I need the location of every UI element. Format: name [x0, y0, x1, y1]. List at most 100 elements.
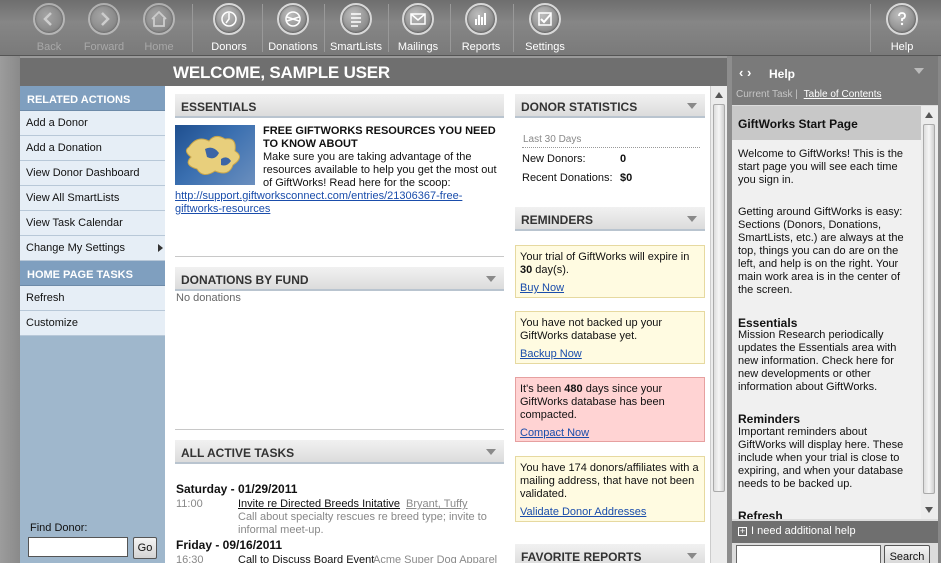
help-paragraph: Mission Research periodically updates th… — [738, 329, 897, 393]
stats-period: Last 30 Days — [523, 134, 582, 145]
task-owner-link[interactable]: Acme Super Dog Apparel — [373, 554, 497, 563]
expand-plus-icon: + — [738, 526, 747, 536]
sidebar-item-smartlists[interactable]: View All SmartLists — [20, 186, 165, 211]
task-title-link[interactable]: Invite re Directed Breeds Initative — [238, 498, 400, 510]
task-date: Friday - 09/16/2011 — [176, 538, 283, 552]
help-heading-reminders: Reminders — [738, 412, 801, 426]
sidebar-item-task-calendar[interactable]: View Task Calendar — [20, 211, 165, 236]
tab-current-task[interactable]: Current Task — [736, 89, 793, 100]
compact-now-link[interactable]: Compact Now — [520, 427, 589, 440]
chevron-down-icon[interactable] — [687, 103, 697, 109]
task-title-link[interactable]: Call to Discuss Board Event — [238, 554, 374, 563]
back-button[interactable]: Back — [30, 0, 68, 56]
help-button[interactable]: Help — [882, 0, 922, 56]
essentials-header: ESSENTIALS — [175, 94, 504, 118]
divider — [522, 147, 700, 148]
smartlists-button[interactable]: SmartLists — [328, 0, 384, 56]
validate-reminder: You have 174 donors/affiliates with a ma… — [515, 456, 705, 522]
back-icon — [33, 3, 65, 35]
scroll-thumb[interactable] — [923, 124, 935, 494]
essentials-link[interactable]: http://support.giftworksconnect.com/entr… — [175, 190, 505, 216]
help-page-title: GiftWorks Start Page — [738, 117, 858, 131]
home-page-tasks-header: HOME PAGE TASKS — [20, 261, 165, 286]
no-donations-text: No donations — [176, 292, 241, 304]
task-time: 11:00 — [176, 498, 203, 510]
sidebar-item-refresh[interactable]: Refresh — [20, 286, 165, 311]
find-donor-label: Find Donor: — [30, 522, 88, 534]
help-search-button[interactable]: Search — [884, 545, 930, 563]
sidebar-item-customize[interactable]: Customize — [20, 311, 165, 336]
recent-donations-value: $0 — [620, 172, 633, 184]
settings-button[interactable]: Settings — [520, 0, 570, 56]
scroll-up-icon[interactable] — [715, 92, 723, 98]
reports-button[interactable]: Reports — [458, 0, 504, 56]
donors-button[interactable]: Donors — [208, 0, 250, 56]
find-donor-input[interactable] — [28, 537, 128, 557]
new-donors-label: New Donors: — [522, 153, 586, 165]
sidebar-item-change-settings[interactable]: Change My Settings — [20, 236, 165, 261]
help-heading-essentials: Essentials — [738, 316, 798, 330]
help-search-input[interactable] — [736, 545, 881, 563]
scroll-up-icon[interactable] — [925, 112, 933, 118]
mailings-button[interactable]: Mailings — [396, 0, 440, 56]
related-actions-header: RELATED ACTIONS — [20, 86, 165, 111]
left-frame — [0, 56, 20, 563]
forward-button[interactable]: Forward — [82, 0, 126, 56]
main-scrollbar[interactable] — [710, 86, 727, 563]
divider — [175, 256, 504, 257]
divider — [175, 429, 504, 430]
tab-table-of-contents[interactable]: Table of Contents — [804, 89, 882, 100]
puzzle-image — [175, 125, 255, 185]
chevron-down-icon[interactable] — [687, 553, 697, 559]
backup-reminder: You have not backed up your GiftWorks da… — [515, 311, 705, 364]
help-body: GiftWorks Start Page Welcome to GiftWork… — [732, 106, 921, 519]
checkmark-settings-icon — [529, 3, 561, 35]
task-description: Call about specialty rescues re breed ty… — [238, 511, 487, 536]
donor-statistics-header: DONOR STATISTICS — [515, 94, 705, 118]
task-time: 16:30 — [176, 554, 204, 563]
task-date: Saturday - 01/29/2011 — [176, 482, 298, 496]
scroll-down-icon[interactable] — [925, 507, 933, 513]
sidebar-item-donor-dashboard[interactable]: View Donor Dashboard — [20, 161, 165, 186]
forward-icon — [88, 3, 120, 35]
donations-by-fund-header: DONATIONS BY FUND — [175, 267, 504, 291]
donations-icon — [277, 3, 309, 35]
chevron-down-icon[interactable] — [914, 68, 924, 74]
validate-addresses-link[interactable]: Validate Donor Addresses — [520, 506, 646, 519]
backup-now-link[interactable]: Backup Now — [520, 348, 582, 361]
favorite-reports-header: FAVORITE REPORTS — [515, 544, 705, 563]
help-pane: ‹ › Help Current Task | Table of Content… — [732, 56, 938, 563]
go-button[interactable]: Go — [133, 537, 157, 559]
buy-now-link[interactable]: Buy Now — [520, 282, 564, 295]
compact-reminder: It's been 480 days since your GiftWorks … — [515, 377, 705, 442]
trial-reminder: Your trial of GiftWorks will expire in 3… — [515, 245, 705, 298]
help-scrollbar[interactable] — [921, 106, 938, 519]
chevron-down-icon[interactable] — [486, 449, 496, 455]
donations-button[interactable]: Donations — [266, 0, 320, 56]
bar-chart-icon — [465, 3, 497, 35]
sidebar-item-add-donation[interactable]: Add a Donation — [20, 136, 165, 161]
chevron-down-icon[interactable] — [687, 216, 697, 222]
main-toolbar: Back Forward Home Donors Donations Smart… — [0, 0, 941, 56]
scroll-thumb[interactable] — [713, 104, 725, 492]
help-header: ‹ › Help — [732, 56, 938, 87]
sidebar-item-add-donor[interactable]: Add a Donor — [20, 111, 165, 136]
help-heading-refresh: Refresh — [738, 509, 783, 519]
new-donors-value: 0 — [620, 153, 627, 165]
donors-icon — [213, 3, 245, 35]
active-tasks-header: ALL ACTIVE TASKS — [175, 440, 504, 464]
help-paragraph: Welcome to GiftWorks! This is the start … — [738, 148, 904, 186]
question-icon — [886, 3, 918, 35]
need-help-toggle[interactable]: + I need additional help — [732, 521, 938, 543]
submenu-arrow-icon — [158, 244, 163, 252]
help-nav-arrows-icon[interactable]: ‹ › — [739, 65, 751, 80]
chevron-down-icon[interactable] — [486, 276, 496, 282]
home-icon — [143, 3, 175, 35]
essentials-headline: FREE GIFTWORKS RESOURCES YOU NEED TO KNO… — [263, 125, 496, 150]
task-owner-link[interactable]: Bryant, Tuffy — [406, 498, 468, 510]
help-tabs: Current Task | Table of Contents — [732, 87, 938, 105]
home-button[interactable]: Home — [140, 0, 178, 56]
reminders-header: REMINDERS — [515, 207, 705, 231]
help-paragraph: Important reminders about GiftWorks will… — [738, 426, 904, 490]
recent-donations-label: Recent Donations: — [522, 172, 613, 184]
